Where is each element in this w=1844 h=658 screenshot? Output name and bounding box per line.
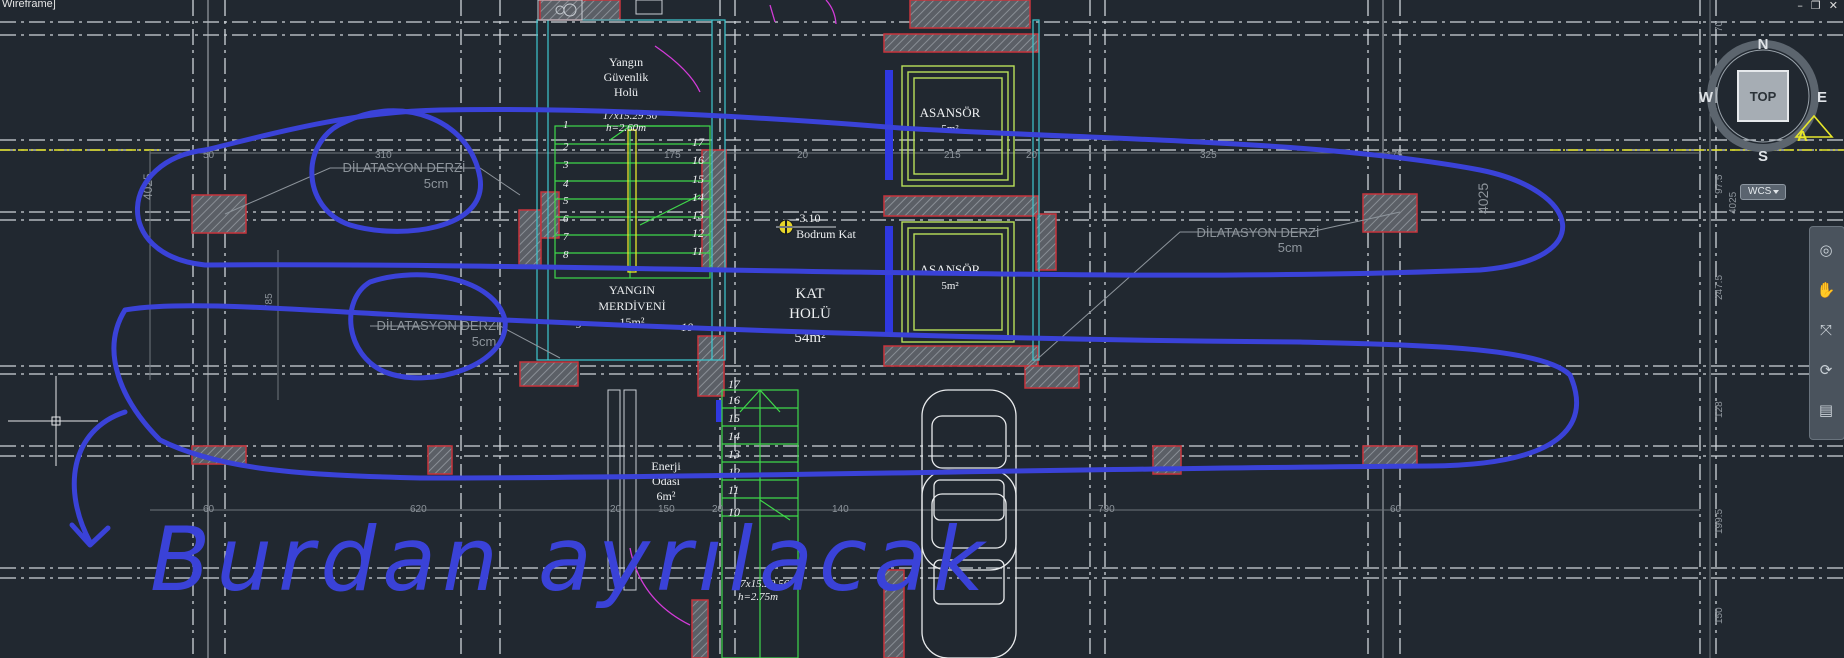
dimension-text: 215 xyxy=(944,150,961,161)
joint-title: DİLATASYON DERZİ xyxy=(342,160,465,175)
dimension-text: 4025 xyxy=(1475,183,1491,214)
joint-width: 5cm xyxy=(1278,240,1303,255)
cad-drawing-canvas[interactable]: 50 310 175 20 215 20 325 175 60 620 20 1… xyxy=(0,0,1844,658)
window-controls: – ❐ ✕ xyxy=(1797,0,1838,12)
step-number: 11 xyxy=(728,483,739,497)
dimension-text: 4025 xyxy=(1728,191,1739,214)
close-icon[interactable]: ✕ xyxy=(1829,0,1838,12)
compass-south[interactable]: S xyxy=(1758,148,1768,165)
viewport-label[interactable]: Wireframe] xyxy=(2,0,56,10)
step-number: 14 xyxy=(728,429,740,443)
ucs-marker-label: A xyxy=(1797,128,1808,145)
level-name: Bodrum Kat xyxy=(796,227,856,241)
pan-icon[interactable]: ✋ xyxy=(1813,277,1839,303)
dimension-text: 175 xyxy=(664,150,681,161)
room-label: 5m² xyxy=(941,280,959,292)
compass-west[interactable]: W xyxy=(1699,89,1714,106)
markup-loop-lower xyxy=(111,303,1580,481)
stair-handrail xyxy=(627,129,637,273)
step-number: 2 xyxy=(563,141,569,153)
joint-title: DİLATASYON DERZİ xyxy=(1196,225,1319,240)
room-label: MERDİVENİ xyxy=(598,299,665,313)
minimize-icon[interactable]: – xyxy=(1797,0,1803,12)
dimension-text: 247.5 xyxy=(1714,275,1725,300)
step-number: 17 xyxy=(692,135,705,149)
step-number: 1 xyxy=(563,119,569,131)
viewcube[interactable]: TOP N S E W A xyxy=(1699,36,1834,165)
room-label: Holü xyxy=(614,85,638,99)
step-number: 4 xyxy=(563,178,569,190)
step-number: 15 xyxy=(728,411,740,425)
restore-icon[interactable]: ❐ xyxy=(1811,0,1821,12)
showmotion-icon[interactable]: ▤ xyxy=(1813,397,1839,423)
step-number: 13 xyxy=(692,208,704,222)
viewcube-top-label: TOP xyxy=(1750,89,1777,104)
markup-arrow xyxy=(69,409,128,548)
navigation-bar: ◎ ✋ ⤧ ⟳ ▤ xyxy=(1809,226,1844,440)
step-number: 8 xyxy=(563,249,569,261)
step-number: 13 xyxy=(728,447,740,461)
step-number: 3 xyxy=(562,159,569,171)
dimension-text: 150 xyxy=(1714,607,1725,624)
step-number: 17 xyxy=(728,377,741,391)
compass-east[interactable]: E xyxy=(1817,89,1827,106)
room-label: ASANSÖR xyxy=(920,105,981,120)
room-label: h=2.60m xyxy=(606,122,646,134)
joint-width: 5cm xyxy=(472,334,497,349)
joint-width: 5cm xyxy=(424,176,449,191)
step-number: 7 xyxy=(563,231,569,243)
crosshair-cursor xyxy=(8,376,98,466)
orbit-icon[interactable]: ⟳ xyxy=(1813,357,1839,383)
step-number: 5 xyxy=(563,195,569,207)
dimension-text: 20 xyxy=(797,150,809,161)
step-number: 6 xyxy=(563,213,569,225)
step-number: 14 xyxy=(692,190,704,204)
dimension-text: 325 xyxy=(1200,150,1217,161)
markup-annotation xyxy=(69,107,1580,548)
dimension-text: 97.5 xyxy=(1714,174,1725,194)
steering-wheel-icon[interactable]: ◎ xyxy=(1813,237,1839,263)
markup-loop-upper xyxy=(135,107,1565,278)
step-number: 15 xyxy=(692,172,704,186)
room-label: Güvenlik xyxy=(604,70,649,84)
stair-numbers-upper-left: 1 2 3 4 5 6 7 8 9 xyxy=(562,119,582,331)
step-number: 16 xyxy=(692,153,704,167)
zoom-extents-icon[interactable]: ⤧ xyxy=(1813,317,1839,343)
markup-handwriting: Burdan ayrılacak xyxy=(150,508,990,611)
room-label: 6m² xyxy=(657,489,676,503)
room-label: KAT xyxy=(795,286,824,302)
dimension-text: 128 xyxy=(1714,401,1725,418)
wcs-menu-button[interactable]: WCS xyxy=(1740,184,1786,200)
room-label: YANGIN xyxy=(609,283,655,297)
dimension-text: 60 xyxy=(1390,504,1402,515)
step-number: 16 xyxy=(728,393,740,407)
dimension-text: 20 xyxy=(1026,150,1038,161)
dimension-text: 790 xyxy=(1098,504,1115,515)
step-number: 12 xyxy=(692,226,704,240)
room-label: Yangın xyxy=(609,55,643,69)
dimension-text: 199.5 xyxy=(1714,509,1725,534)
dimension-text: 70 xyxy=(1714,20,1725,32)
level-value: -3.10 xyxy=(796,211,821,225)
step-number: 11 xyxy=(692,244,703,258)
room-label: HOLÜ xyxy=(789,305,831,322)
upper-stair xyxy=(554,125,711,279)
compass-north[interactable]: N xyxy=(1758,36,1769,53)
room-label: Enerji xyxy=(651,459,681,473)
